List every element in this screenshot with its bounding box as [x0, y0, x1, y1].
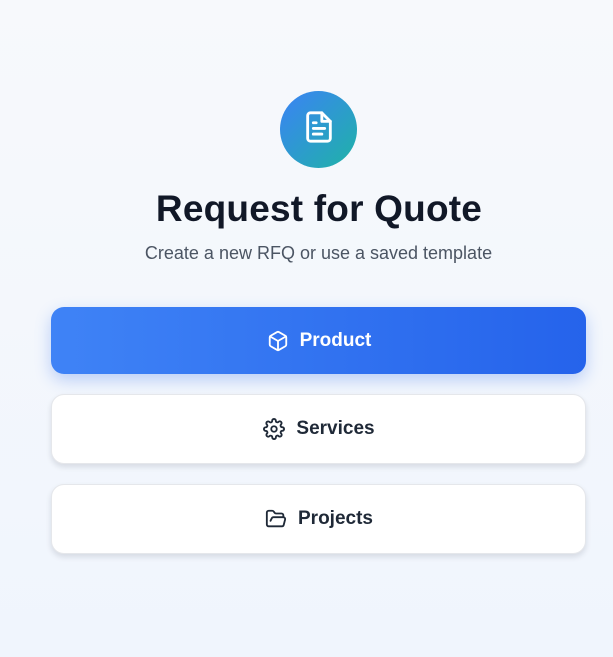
document-icon: [302, 110, 336, 149]
gear-icon: [262, 417, 286, 441]
projects-button-label: Projects: [298, 508, 373, 529]
services-button-label: Services: [296, 418, 375, 439]
projects-button[interactable]: Projects: [51, 484, 586, 554]
folder-open-icon: [264, 507, 288, 531]
page-title: Request for Quote: [155, 188, 483, 229]
package-icon: [266, 329, 290, 353]
product-button[interactable]: Product: [51, 307, 586, 374]
page-subtitle: Create a new RFQ or use a saved template: [144, 243, 493, 263]
services-button[interactable]: Services: [51, 394, 586, 464]
product-button-label: Product: [299, 329, 372, 351]
rfq-logo: [280, 91, 357, 168]
